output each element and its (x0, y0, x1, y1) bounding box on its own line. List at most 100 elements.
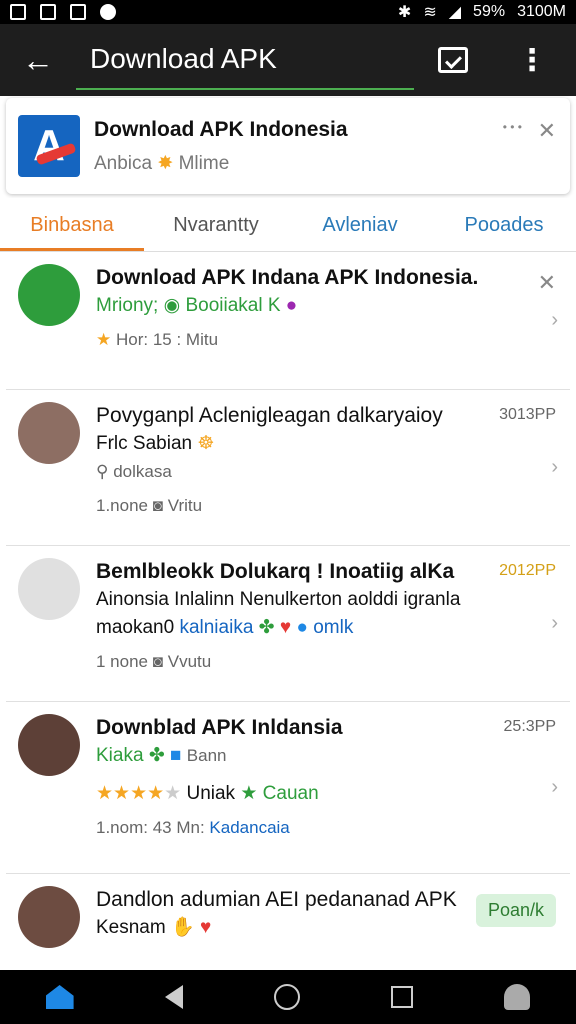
item-title: Povyganpl Aclenigleagan dalkaryaioy (96, 404, 443, 427)
item-line2: ⚲ dolkasa (96, 458, 530, 486)
item-meta-text2: Vritu (167, 496, 203, 515)
rating-row: ★★★★★ Uniak ★ Cauan (96, 780, 530, 808)
item-title: Download APK Indana APK Indonesia. (96, 266, 479, 289)
user-avatar-icon[interactable] (504, 984, 531, 1010)
item-meta: 1.nom: 43 Mn: Kadancaia (96, 818, 530, 838)
item-line: Kesnam ✋ ♥ (96, 914, 530, 942)
banner-subtitle-text: Anbica (94, 152, 153, 174)
back-button[interactable]: ← (0, 24, 76, 96)
chevron-right-icon: › (551, 775, 558, 798)
item-line2-c: omlk (313, 617, 354, 638)
tab-bar: Binbasna Nvarantty Avleniav Pooades (0, 198, 576, 252)
overflow-menu-button[interactable]: ⋮ (492, 24, 572, 96)
star-empty-icon: ★ (164, 783, 182, 804)
status-bar: ✱ ≋ ◢ 59% 3100M (0, 0, 576, 24)
item-line-text: Kiaka (96, 745, 144, 766)
tab-2[interactable]: Avleniav (288, 198, 432, 251)
heart-icon: ♥ (279, 617, 292, 638)
tab-0[interactable]: Binbasna (0, 198, 144, 251)
tag-icon: ⚲ (96, 462, 109, 481)
star-rating: ★★★★ (96, 783, 165, 804)
item-line-text: Mriony; (96, 295, 159, 316)
chevron-right-icon: › (551, 308, 558, 331)
chevron-right-icon: › (551, 611, 558, 634)
hands-icon: ☸ (197, 433, 215, 454)
list-item[interactable]: Bemlbleokk Dolukarq ! Inoatiig alKa Aino… (6, 546, 570, 702)
home-circle-icon[interactable] (273, 984, 300, 1010)
app-icon (18, 264, 80, 326)
item-title: Dandlon adumian AEI pedananad APK (96, 888, 457, 911)
avatar (18, 714, 80, 776)
close-icon[interactable]: ✕ (538, 270, 556, 296)
clover-icon: ✤ (148, 745, 165, 766)
banner-title: Download APK Indonesia (94, 117, 348, 141)
bluetooth-icon: ✱ (397, 4, 412, 21)
wifi-icon: ≋ (423, 4, 437, 21)
notification-list: Download APK Indana APK Indonesia. Mrion… (6, 252, 570, 972)
item-line: Ainonsia Inlalinn Nenulkerton aolddi igr… (96, 589, 461, 610)
rating-text: Uniak (186, 783, 236, 804)
item-meta-text2: Vvutu (167, 652, 212, 671)
more-vert-icon: ⋮ (517, 43, 547, 77)
item-time: 25:3PP (503, 718, 556, 735)
camera-icon: ◙ (152, 652, 164, 671)
search-field[interactable]: Download APK (76, 30, 414, 90)
star-icon: ★ (96, 330, 112, 349)
item-meta: ★ Hor: 15 : Mitu (96, 330, 530, 350)
list-item[interactable]: Povyganpl Aclenigleagan dalkaryaioy Frlc… (6, 390, 570, 546)
inbox-button[interactable] (414, 24, 492, 96)
chat-bubble-icon: ● (296, 617, 308, 638)
ad-info-icon[interactable]: • • • (503, 120, 522, 134)
praying-hands-icon: ✋ (170, 917, 195, 938)
banner-subtitle: Anbica ✸ Mlime (94, 152, 570, 175)
camera-icon: ◙ (152, 496, 164, 515)
clover-icon: ✤ (258, 617, 275, 638)
chat-icon: ◉ (163, 295, 181, 316)
avatar (18, 402, 80, 464)
shield-icon (70, 4, 86, 20)
back-triangle-icon[interactable] (164, 985, 183, 1009)
clock: 3100M (517, 3, 566, 20)
item-line-text: Frlc Sabian (96, 433, 193, 454)
launcher-icon[interactable] (45, 985, 74, 1009)
list-item[interactable]: Download APK Indana APK Indonesia. Mrion… (6, 252, 570, 390)
item-meta-text: 1.nom: 43 Mn: (96, 818, 205, 837)
close-icon[interactable]: ✕ (538, 118, 556, 144)
app-logo: A (18, 115, 80, 177)
item-time: 2012PP (499, 562, 556, 579)
item-line2: maokan0 kalniaika ✤ ♥ ● omlk (96, 614, 530, 642)
item-line: Mriony; ◉ Booiiakal K ● (96, 292, 530, 320)
item-time: 3013PP (499, 406, 556, 423)
recents-square-icon[interactable] (391, 986, 414, 1008)
item-line-green: Booiiakal K (185, 295, 281, 316)
star-icon: ✸ (157, 152, 174, 174)
image-icon (10, 4, 26, 20)
item-line-text: Kesnam (96, 917, 166, 938)
signal-icon: ◢ (448, 4, 462, 21)
item-line: Kiaka ✤ ■ Bann (96, 742, 530, 770)
item-line-text-b: Bann (186, 746, 227, 765)
toolbar: ← Download APK ⋮ (0, 24, 576, 96)
item-meta-text: 1.none (96, 496, 148, 515)
notification-icon (100, 4, 116, 20)
system-nav-bar (0, 970, 576, 1024)
item-line2-b: kalniaika (179, 617, 254, 638)
app-icon (18, 558, 80, 620)
item-line2-a: maokan0 (96, 617, 175, 638)
arrow-left-icon: ← (22, 41, 54, 78)
heart-icon: ♥ (199, 917, 212, 938)
item-meta-link[interactable]: Kadancaia (209, 818, 289, 837)
item-meta: 1.none ◙ Vritu (96, 496, 530, 516)
item-title: Bemlbleokk Dolukarq ! Inoatiig alKa (96, 560, 455, 583)
ad-banner[interactable]: A Download APK Indonesia Anbica ✸ Mlime … (6, 98, 570, 194)
square-icon: ■ (170, 745, 182, 766)
item-meta: 1 none ◙ Vvutu (96, 652, 530, 672)
gallery-icon (40, 4, 56, 20)
purple-dot-icon: ● (285, 295, 298, 316)
status-badge[interactable]: Poan/k (475, 894, 556, 927)
tab-1[interactable]: Nvarantty (144, 198, 288, 251)
list-item[interactable]: Dandlon adumian AEI pedananad APK Kesnam… (6, 874, 570, 972)
list-item[interactable]: Downblad APK Inldansia Kiaka ✤ ■ Bann ★★… (6, 702, 570, 874)
avatar (18, 886, 80, 948)
tab-3[interactable]: Pooades (432, 198, 576, 251)
